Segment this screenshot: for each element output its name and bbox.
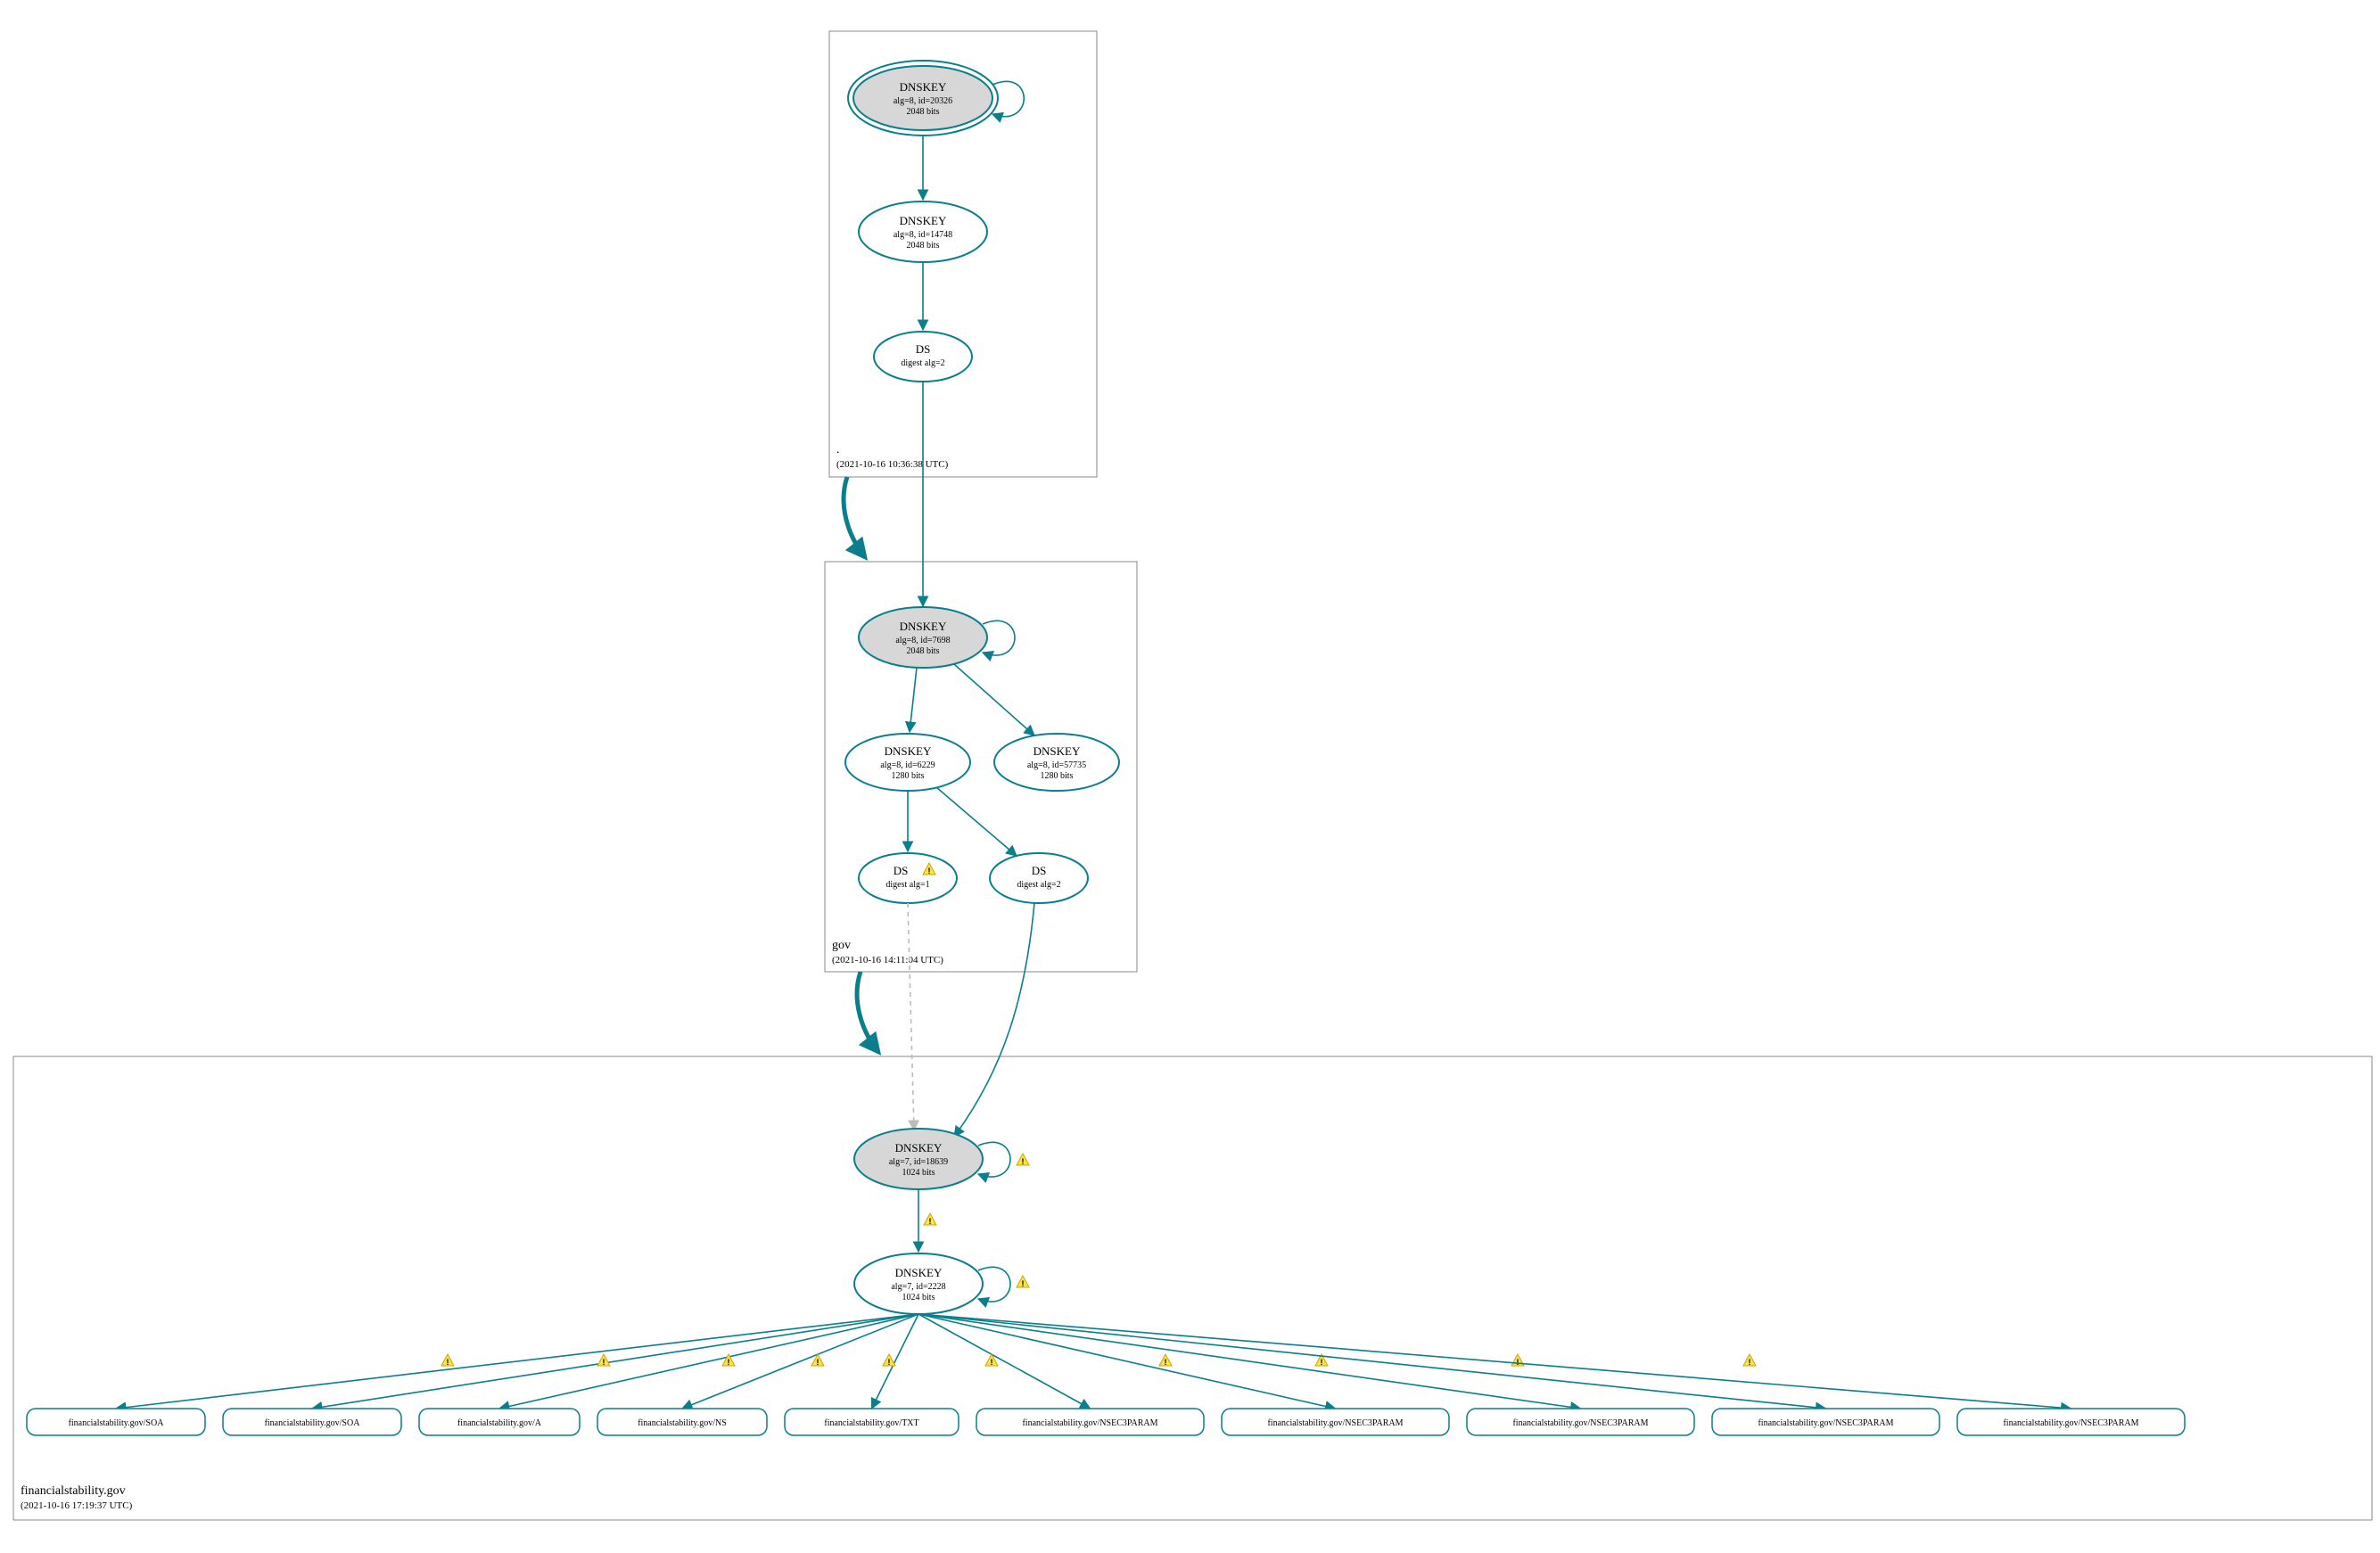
- edge-gov-ds2-fs-ksk: [954, 903, 1034, 1137]
- svg-text:alg=8, id=20326: alg=8, id=20326: [894, 96, 952, 106]
- svg-text:alg=8, id=14748: alg=8, id=14748: [894, 230, 952, 240]
- rrset-label: financialstability.gov/SOA: [69, 1418, 165, 1428]
- warning-icon: !: [1743, 1354, 1756, 1367]
- warning-icon: !: [924, 1213, 936, 1226]
- edge-gov-zsk1-ds2: [936, 787, 1017, 856]
- warning-icon: !: [597, 1354, 610, 1367]
- warning-icon: !: [1017, 1154, 1029, 1166]
- svg-text:DS: DS: [894, 864, 909, 877]
- svg-text:alg=7, id=18639: alg=7, id=18639: [889, 1157, 948, 1167]
- rrset-label: financialstability.gov/TXT: [824, 1418, 918, 1428]
- svg-text:!: !: [1517, 1358, 1519, 1367]
- rrset-label: financialstability.gov/NSEC3PARAM: [1512, 1418, 1648, 1428]
- svg-text:alg=7, id=2228: alg=7, id=2228: [891, 1282, 945, 1292]
- edge-gov-ds1-fs-ksk: [908, 903, 914, 1130]
- edge-zone-gov-fs: [857, 972, 878, 1052]
- node-root-zsk[interactable]: DNSKEY alg=8, id=14748 2048 bits: [859, 201, 987, 262]
- zone-fs-timestamp: (2021-10-16 17:19:37 UTC): [21, 1500, 133, 1511]
- svg-text:DNSKEY: DNSKEY: [885, 744, 932, 758]
- svg-text:!: !: [447, 1358, 449, 1367]
- svg-text:!: !: [1749, 1358, 1751, 1367]
- svg-text:!: !: [1022, 1157, 1025, 1166]
- svg-text:DNSKEY: DNSKEY: [895, 1141, 943, 1154]
- rrset-label: financialstability.gov/NSEC3PARAM: [1267, 1418, 1403, 1428]
- node-gov-ds2[interactable]: DS digest alg=2: [990, 853, 1088, 903]
- edge-zone-root-gov: [844, 477, 865, 557]
- edge-fs-zsk-rrset: [499, 1314, 918, 1409]
- zone-gov-timestamp: (2021-10-16 14:11:04 UTC): [832, 955, 943, 965]
- svg-text:1280 bits: 1280 bits: [892, 771, 925, 781]
- svg-text:1280 bits: 1280 bits: [1041, 771, 1074, 781]
- edge-fs-zsk-rrset: [312, 1314, 918, 1409]
- svg-text:1024 bits: 1024 bits: [902, 1293, 935, 1302]
- edge-fs-zsk-rrset: [918, 1314, 1091, 1409]
- svg-text:!: !: [1022, 1279, 1025, 1288]
- svg-text:1024 bits: 1024 bits: [902, 1168, 935, 1178]
- edge-fs-zsk-rrset: [116, 1314, 918, 1409]
- svg-text:!: !: [1321, 1358, 1323, 1367]
- node-gov-zsk1[interactable]: DNSKEY alg=8, id=6229 1280 bits: [845, 734, 970, 791]
- svg-text:2048 bits: 2048 bits: [907, 107, 940, 117]
- edge-fs-zsk-rrset: [918, 1314, 1826, 1409]
- zone-root: . (2021-10-16 10:36:38 UTC) DNSKEY alg=8…: [829, 31, 1097, 477]
- svg-text:digest alg=1: digest alg=1: [885, 880, 929, 890]
- svg-text:alg=8, id=7698: alg=8, id=7698: [895, 636, 950, 645]
- rrset-label: financialstability.gov/NSEC3PARAM: [2003, 1418, 2138, 1428]
- svg-text:!: !: [728, 1358, 730, 1367]
- edge-fs-zsk-rrset: [918, 1314, 2071, 1409]
- rrset-label: financialstability.gov/A: [457, 1418, 542, 1428]
- node-gov-ksk[interactable]: DNSKEY alg=8, id=7698 2048 bits: [859, 607, 987, 668]
- zone-root-timestamp: (2021-10-16 10:36:38 UTC): [836, 459, 949, 470]
- edge-gov-ksk-zsk1: [910, 668, 917, 732]
- svg-text:!: !: [928, 867, 931, 875]
- zone-gov-label: gov: [832, 939, 851, 952]
- zone-fs-label: financialstability.gov: [21, 1484, 126, 1498]
- svg-text:DNSKEY: DNSKEY: [895, 1266, 943, 1279]
- svg-text:DS: DS: [916, 342, 931, 356]
- svg-text:DNSKEY: DNSKEY: [900, 620, 947, 633]
- node-gov-ds1[interactable]: DS digest alg=1 !: [859, 853, 957, 903]
- svg-text:DNSKEY: DNSKEY: [900, 80, 947, 94]
- edge-fs-zsk-rrset: [918, 1314, 1581, 1409]
- svg-text:!: !: [929, 1217, 932, 1226]
- svg-text:digest alg=2: digest alg=2: [1017, 880, 1060, 890]
- node-root-ksk[interactable]: DNSKEY alg=8, id=20326 2048 bits: [848, 61, 998, 136]
- zone-fs: financialstability.gov (2021-10-16 17:19…: [13, 903, 2372, 1520]
- warning-icon: !: [1017, 1276, 1029, 1288]
- node-fs-zsk[interactable]: DNSKEY alg=7, id=2228 1024 bits: [854, 1253, 983, 1314]
- svg-text:2048 bits: 2048 bits: [907, 646, 940, 656]
- rrset-label: financialstability.gov/NSEC3PARAM: [1758, 1418, 1893, 1428]
- rrset-label: financialstability.gov/NS: [638, 1418, 727, 1428]
- node-root-ds[interactable]: DS digest alg=2: [874, 332, 972, 382]
- warning-icon: !: [1159, 1354, 1172, 1367]
- node-gov-zsk2[interactable]: DNSKEY alg=8, id=57735 1280 bits: [994, 734, 1119, 791]
- warning-icon: !: [441, 1354, 454, 1367]
- svg-text:!: !: [888, 1358, 891, 1367]
- zone-root-label: .: [836, 443, 840, 456]
- svg-text:!: !: [817, 1358, 819, 1367]
- svg-text:DNSKEY: DNSKEY: [1034, 744, 1081, 758]
- edge-gov-ksk-zsk2: [954, 664, 1034, 735]
- svg-text:!: !: [603, 1358, 605, 1367]
- svg-text:2048 bits: 2048 bits: [907, 241, 940, 251]
- rrset-row: ! financialstability.gov/SOA! financialsta…: [27, 1314, 2185, 1435]
- svg-text:alg=8, id=6229: alg=8, id=6229: [880, 760, 935, 770]
- node-fs-ksk[interactable]: DNSKEY alg=7, id=18639 1024 bits: [854, 1129, 983, 1189]
- svg-text:!: !: [1165, 1358, 1167, 1367]
- rrset-label: financialstability.gov/SOA: [265, 1418, 361, 1428]
- svg-text:!: !: [991, 1358, 993, 1367]
- warning-icon: !: [883, 1354, 895, 1367]
- warning-icon: !: [1511, 1354, 1524, 1367]
- zone-gov: gov (2021-10-16 14:11:04 UTC) DNSKEY alg…: [825, 382, 1137, 972]
- svg-text:DNSKEY: DNSKEY: [900, 214, 947, 227]
- svg-text:DS: DS: [1032, 864, 1047, 877]
- edge-fs-zsk-rrset: [872, 1314, 919, 1409]
- svg-text:alg=8, id=57735: alg=8, id=57735: [1027, 760, 1086, 770]
- edge-fs-zsk-rrset: [918, 1314, 1336, 1409]
- rrset-label: financialstability.gov/NSEC3PARAM: [1022, 1418, 1157, 1428]
- svg-text:digest alg=2: digest alg=2: [901, 358, 944, 368]
- dnssec-diagram: . (2021-10-16 10:36:38 UTC) DNSKEY alg=8…: [0, 0, 2380, 1553]
